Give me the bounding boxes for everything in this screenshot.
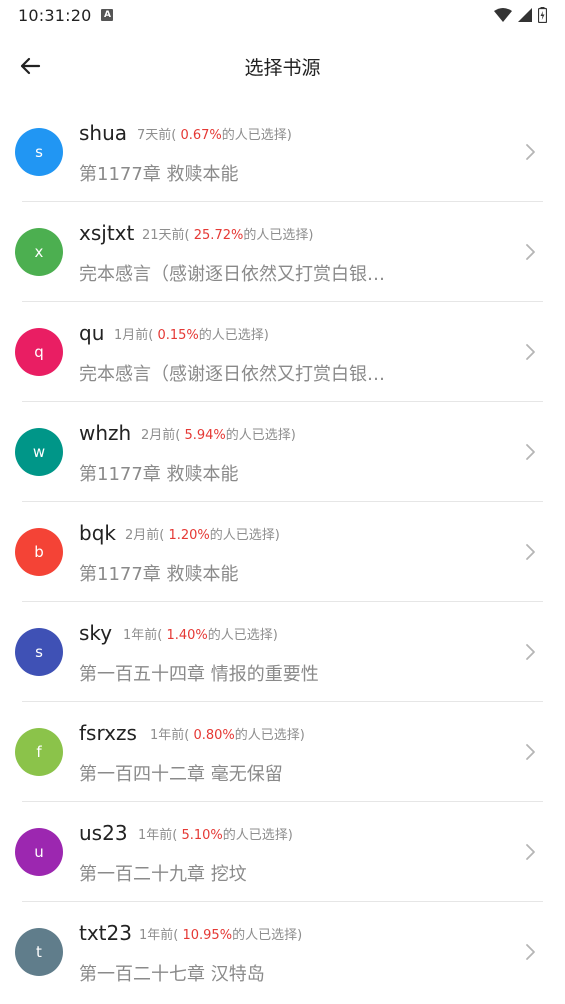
source-name: bqk <box>79 521 116 545</box>
source-percent-suffix: 的人已选择) <box>243 228 314 243</box>
battery-charging-icon <box>538 7 547 23</box>
source-avatar: u <box>15 828 63 876</box>
source-row[interactable]: s shua 7天前( 0.67%的人已选择) 第1177章 救赎本能 <box>0 102 565 202</box>
source-meta: 1月前( 0.15%的人已选择) <box>114 324 269 343</box>
source-percent: 10.95% <box>182 928 233 943</box>
source-latest-chapter: 第1177章 救赎本能 <box>79 564 239 585</box>
source-row[interactable]: u us23 1年前( 5.10%的人已选择) 第一百二十九章 挖坟 <box>0 802 565 902</box>
source-updated-ago: 7天前( <box>137 128 177 143</box>
source-updated-ago: 2月前( <box>141 428 181 443</box>
source-row[interactable]: f fsrxzs 1年前( 0.80%的人已选择) 第一百四十二章 毫无保留 <box>0 702 565 802</box>
source-latest-chapter: 第一百四十二章 毫无保留 <box>79 764 283 785</box>
source-percent: 5.10% <box>181 828 223 843</box>
source-avatar: x <box>15 228 63 276</box>
source-percent-suffix: 的人已选择) <box>222 828 293 843</box>
source-list: s shua 7天前( 0.67%的人已选择) 第1177章 救赎本能 x xsjtxt 2… <box>0 102 565 1002</box>
source-meta: 2月前( 5.94%的人已选择) <box>141 424 296 443</box>
source-name: sky <box>79 621 113 645</box>
source-latest-chapter: 完本感言（感谢逐日依然又打赏白银… <box>79 264 385 285</box>
source-avatar: w <box>15 428 63 476</box>
source-percent: 0.15% <box>157 328 199 343</box>
chevron-right-icon <box>526 444 535 460</box>
source-name: whzh <box>79 421 132 445</box>
source-updated-ago: 1月前( <box>114 328 154 343</box>
source-updated-ago: 1年前( <box>123 628 163 643</box>
source-latest-chapter: 完本感言（感谢逐日依然又打赏白银… <box>79 364 385 385</box>
source-avatar: t <box>15 928 63 976</box>
source-meta: 7天前( 0.67%的人已选择) <box>137 124 292 143</box>
arrow-left-icon <box>20 57 41 75</box>
source-percent: 5.94% <box>184 428 226 443</box>
source-updated-ago: 1年前( <box>138 828 178 843</box>
source-latest-chapter: 第一百二十七章 汉特岛 <box>79 964 265 985</box>
chevron-right-icon <box>526 744 535 760</box>
source-latest-chapter: 第1177章 救赎本能 <box>79 164 239 185</box>
chevron-right-icon <box>526 644 535 660</box>
source-latest-chapter: 第1177章 救赎本能 <box>79 464 239 485</box>
status-bar: 10:31:20 A <box>0 0 565 30</box>
back-button[interactable] <box>16 52 44 80</box>
chevron-right-icon <box>526 544 535 560</box>
source-name: shua <box>79 121 128 145</box>
status-time: 10:31:20 <box>18 5 92 25</box>
source-updated-ago: 1年前( <box>150 728 190 743</box>
source-name: txt23 <box>79 921 132 945</box>
source-meta: 1年前( 1.40%的人已选择) <box>123 624 278 643</box>
source-name: us23 <box>79 821 128 845</box>
chevron-right-icon <box>526 944 535 960</box>
source-percent: 1.20% <box>168 528 210 543</box>
source-row[interactable]: x xsjtxt 21天前( 25.72%的人已选择) 完本感言（感谢逐日依然又打赏白… <box>0 202 565 302</box>
source-updated-ago: 1年前( <box>139 928 179 943</box>
source-updated-ago: 2月前( <box>125 528 165 543</box>
source-row[interactable]: w whzh 2月前( 5.94%的人已选择) 第1177章 救赎本能 <box>0 402 565 502</box>
source-latest-chapter: 第一百五十四章 情报的重要性 <box>79 664 319 685</box>
source-percent: 0.67% <box>180 128 222 143</box>
source-row[interactable]: q qu 1月前( 0.15%的人已选择) 完本感言（感谢逐日依然又打赏白银… <box>0 302 565 402</box>
source-avatar: q <box>15 328 63 376</box>
chevron-right-icon <box>526 344 535 360</box>
source-percent-suffix: 的人已选择) <box>234 728 305 743</box>
cellular-signal-icon <box>518 8 532 22</box>
source-percent-suffix: 的人已选择) <box>225 428 296 443</box>
source-percent-suffix: 的人已选择) <box>207 628 278 643</box>
chevron-right-icon <box>526 144 535 160</box>
source-avatar: s <box>15 128 63 176</box>
notification-icon: A <box>101 9 114 21</box>
source-name: qu <box>79 321 105 345</box>
source-meta: 2月前( 1.20%的人已选择) <box>125 524 280 543</box>
source-percent: 25.72% <box>193 228 244 243</box>
source-updated-ago: 21天前( <box>142 228 190 243</box>
source-percent-suffix: 的人已选择) <box>232 928 303 943</box>
source-name: fsrxzs <box>79 721 137 745</box>
chevron-right-icon <box>526 244 535 260</box>
source-meta: 1年前( 0.80%的人已选择) <box>150 724 305 743</box>
source-avatar: s <box>15 628 63 676</box>
source-row[interactable]: s sky 1年前( 1.40%的人已选择) 第一百五十四章 情报的重要性 <box>0 602 565 702</box>
source-percent-suffix: 的人已选择) <box>198 328 269 343</box>
source-name: xsjtxt <box>79 221 135 245</box>
app-bar: 选择书源 <box>0 30 565 102</box>
source-row[interactable]: t txt23 1年前( 10.95%的人已选择) 第一百二十七章 汉特岛 <box>0 902 565 1002</box>
source-meta: 21天前( 25.72%的人已选择) <box>142 224 313 243</box>
source-avatar: b <box>15 528 63 576</box>
source-percent-suffix: 的人已选择) <box>209 528 280 543</box>
source-row[interactable]: b bqk 2月前( 1.20%的人已选择) 第1177章 救赎本能 <box>0 502 565 602</box>
source-meta: 1年前( 10.95%的人已选择) <box>139 924 302 943</box>
source-meta: 1年前( 5.10%的人已选择) <box>138 824 293 843</box>
page-title: 选择书源 <box>244 56 321 79</box>
wifi-icon <box>494 8 512 22</box>
source-latest-chapter: 第一百二十九章 挖坟 <box>79 864 247 885</box>
source-percent: 1.40% <box>166 628 208 643</box>
source-percent-suffix: 的人已选择) <box>221 128 292 143</box>
status-icons <box>494 7 547 23</box>
chevron-right-icon <box>526 844 535 860</box>
source-percent: 0.80% <box>193 728 235 743</box>
source-avatar: f <box>15 728 63 776</box>
